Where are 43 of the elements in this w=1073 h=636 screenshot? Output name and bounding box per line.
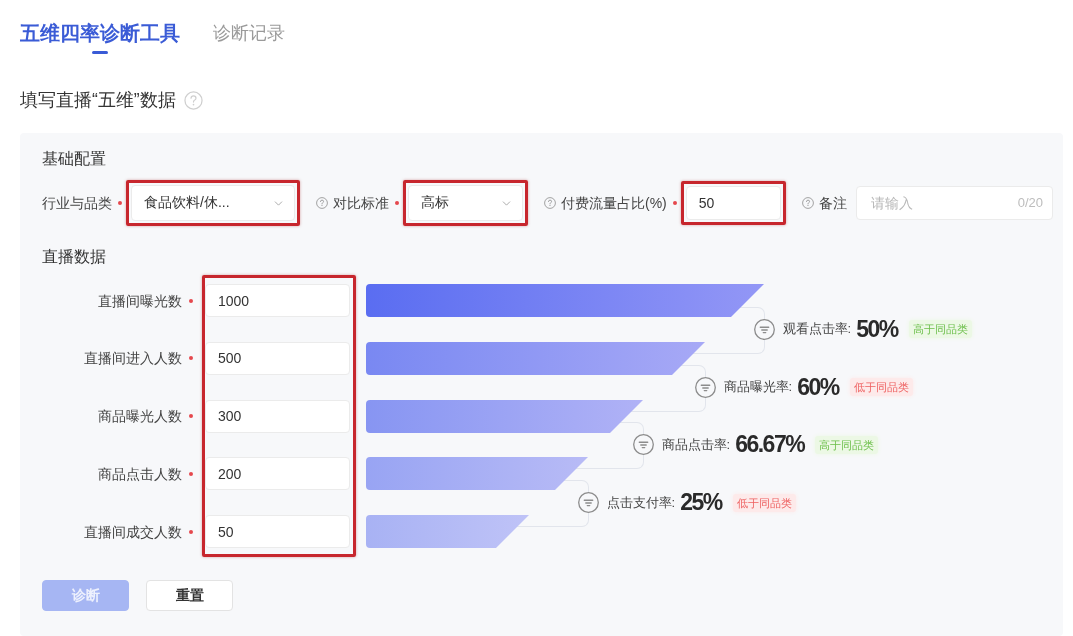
field-label: 商品曝光人数 [98, 407, 182, 426]
field-label: 行业与品类 [42, 194, 112, 213]
number-input[interactable]: 50 [205, 515, 350, 548]
rate-label: 观看点击率: [782, 320, 852, 339]
tab[interactable]: 五维四率诊断工具 [20, 21, 180, 54]
number-input[interactable]: 300 [205, 399, 350, 433]
rate-value: 25% [680, 490, 722, 516]
comparison-tag: 低于同品类 [732, 493, 796, 512]
rate-value: 60% [797, 374, 839, 400]
field-label: 付费流量占比(%) [561, 194, 667, 213]
filter-icon [577, 492, 599, 514]
filter-icon [753, 318, 775, 340]
field-label: 直播间曝光数 [98, 291, 182, 311]
rate-value: 50% [856, 316, 898, 342]
character-counter: 0/20 [1017, 195, 1043, 211]
section-title: 直播数据 [42, 247, 106, 267]
number-input[interactable]: 500 [205, 341, 350, 375]
field-label: 直播间进入人数 [84, 349, 182, 369]
rate-label: 商品点击率: [661, 435, 731, 454]
comparison-tag: 高于同品类 [815, 435, 879, 454]
filter-icon [694, 376, 716, 398]
help-icon[interactable] [801, 197, 814, 209]
rate-label: 商品曝光率: [723, 378, 793, 397]
number-input[interactable]: 1000 [205, 284, 350, 317]
field-label: 直播间成交人数 [84, 522, 182, 542]
field-label: 对比标准 [333, 194, 389, 213]
comparison-tag: 低于同品类 [849, 378, 913, 397]
rate-label: 点击支付率: [606, 493, 676, 512]
rate-value: 66.67% [735, 432, 805, 458]
dropdown-select[interactable]: 食品饮料/休... [131, 185, 295, 221]
field-label: 商品点击人数 [98, 464, 182, 484]
comparison-tag: 高于同品类 [908, 320, 972, 339]
text-input[interactable]: 50 [685, 186, 781, 220]
dropdown-select[interactable]: 高标 [408, 185, 523, 221]
help-icon[interactable] [316, 197, 328, 209]
filter-icon [632, 434, 654, 456]
page-heading: 填写直播“五维”数据 [20, 89, 176, 112]
help-icon[interactable] [544, 197, 556, 209]
field-label: 备注 [818, 194, 847, 213]
help-icon[interactable] [183, 90, 203, 110]
section-title: 基础配置 [42, 149, 106, 169]
action-button[interactable]: 重置 [146, 580, 233, 611]
number-input[interactable]: 200 [205, 457, 350, 491]
